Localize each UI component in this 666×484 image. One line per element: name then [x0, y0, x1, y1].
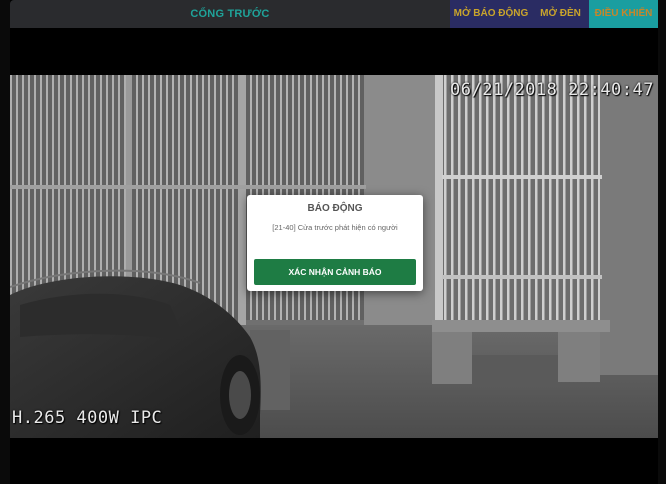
confirm-alert-button[interactable]: XÁC NHẬN CẢNH BÁO	[254, 259, 416, 285]
open-alarm-button[interactable]: MỞ BÁO ĐỘNG	[450, 0, 532, 28]
control-button[interactable]: ĐIỀU KHIỂN	[589, 0, 658, 28]
camera-title: CỔNG TRƯỚC	[190, 8, 270, 20]
camera-codec-label: H.265 400W IPC	[12, 408, 163, 428]
top-toolbar: CỔNG TRƯỚC MỞ BÁO ĐỘNG MỞ ĐÈN ĐIỀU KHIỂN	[10, 0, 658, 28]
alert-message: [21-40] Cửa trước phát hiện có người	[272, 223, 398, 232]
camera-view-frame: CỔNG TRƯỚC MỞ BÁO ĐỘNG MỞ ĐÈN ĐIỀU KHIỂN	[10, 0, 658, 484]
camera-timestamp: 06/21/2018 22:40:47	[450, 80, 654, 100]
open-light-button[interactable]: MỞ ĐÈN	[532, 0, 589, 28]
alert-title: BÁO ĐỘNG	[307, 203, 363, 214]
alert-dialog: BÁO ĐỘNG [21-40] Cửa trước phát hiện có …	[247, 195, 423, 291]
